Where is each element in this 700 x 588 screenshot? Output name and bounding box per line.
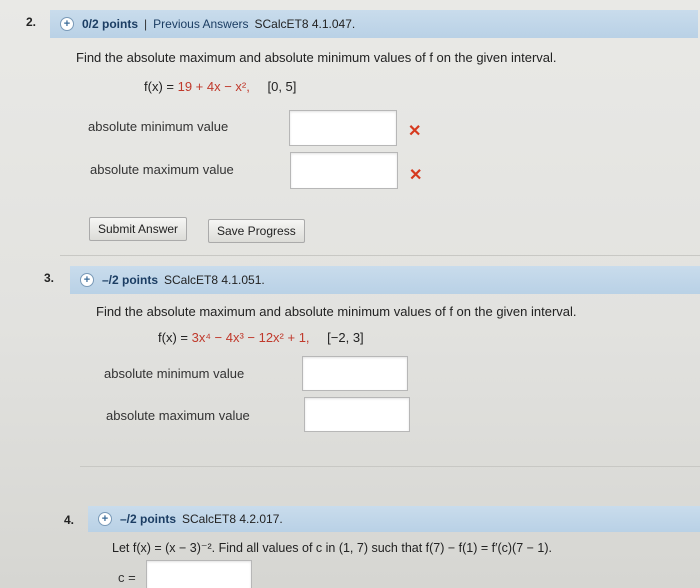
problem-header: + 0/2 points | Previous Answers SCalcET8… [50, 10, 698, 38]
separator: | [144, 17, 148, 31]
plus-circle-icon[interactable]: + [80, 273, 94, 287]
question-text: Find the absolute maximum and absolute m… [96, 304, 577, 319]
divider [60, 255, 700, 256]
interval: [−2, 3] [327, 330, 364, 345]
problem-number: 3. [44, 271, 55, 285]
question-text: Find the absolute maximum and absolute m… [76, 50, 557, 65]
formula-prefix: f(x) = [158, 330, 192, 345]
problem-code: SCalcET8 4.1.051. [164, 273, 265, 287]
x-mark-icon: ✕ [408, 123, 422, 140]
max-value-input[interactable] [290, 152, 398, 189]
points-label: –/2 points [120, 512, 177, 526]
plus-circle-icon[interactable]: + [98, 512, 112, 526]
max-value-label: absolute maximum value [106, 408, 250, 423]
problem-code: SCalcET8 4.2.017. [182, 512, 283, 526]
min-value-label: absolute minimum value [88, 119, 229, 134]
formula-expression: 19 + 4x − x², [177, 79, 250, 94]
question-text: Let f(x) = (x − 3)⁻². Find all values of… [112, 541, 552, 555]
x-mark-icon: ✕ [409, 167, 423, 184]
min-value-input[interactable] [289, 110, 397, 146]
formula-prefix: f(x) = [144, 79, 178, 94]
previous-answers-link[interactable]: Previous Answers [153, 17, 248, 31]
submit-answer-button[interactable]: Submit Answer [89, 217, 188, 241]
save-progress-button[interactable]: Save Progress [208, 219, 305, 243]
c-value-input[interactable] [146, 560, 252, 588]
points-label: 0/2 points [82, 17, 139, 31]
plus-circle-icon[interactable]: + [60, 17, 74, 31]
points-label: –/2 points [102, 273, 159, 287]
webassign-page: 2. + 0/2 points | Previous Answers SCalc… [0, 0, 700, 588]
function-formula: f(x) = 3x⁴ − 4x³ − 12x² + 1, [−2, 3] [158, 330, 364, 345]
divider [80, 466, 700, 467]
interval: [0, 5] [267, 79, 297, 94]
min-value-label: absolute minimum value [104, 366, 245, 381]
max-value-input[interactable] [304, 397, 410, 432]
problem-header: + –/2 points SCalcET8 4.1.051. [70, 266, 700, 294]
c-label: c = [118, 570, 136, 585]
problem-number: 4. [64, 513, 75, 527]
max-value-label: absolute maximum value [90, 162, 234, 177]
min-value-input[interactable] [302, 356, 408, 391]
problem-code: SCalcET8 4.1.047. [254, 17, 356, 31]
formula-expression: 3x⁴ − 4x³ − 12x² + 1, [191, 330, 310, 345]
problem-number: 2. [26, 15, 37, 29]
function-formula: f(x) = 19 + 4x − x², [0, 5] [144, 79, 296, 94]
problem-header: + –/2 points SCalcET8 4.2.017. [88, 506, 700, 532]
